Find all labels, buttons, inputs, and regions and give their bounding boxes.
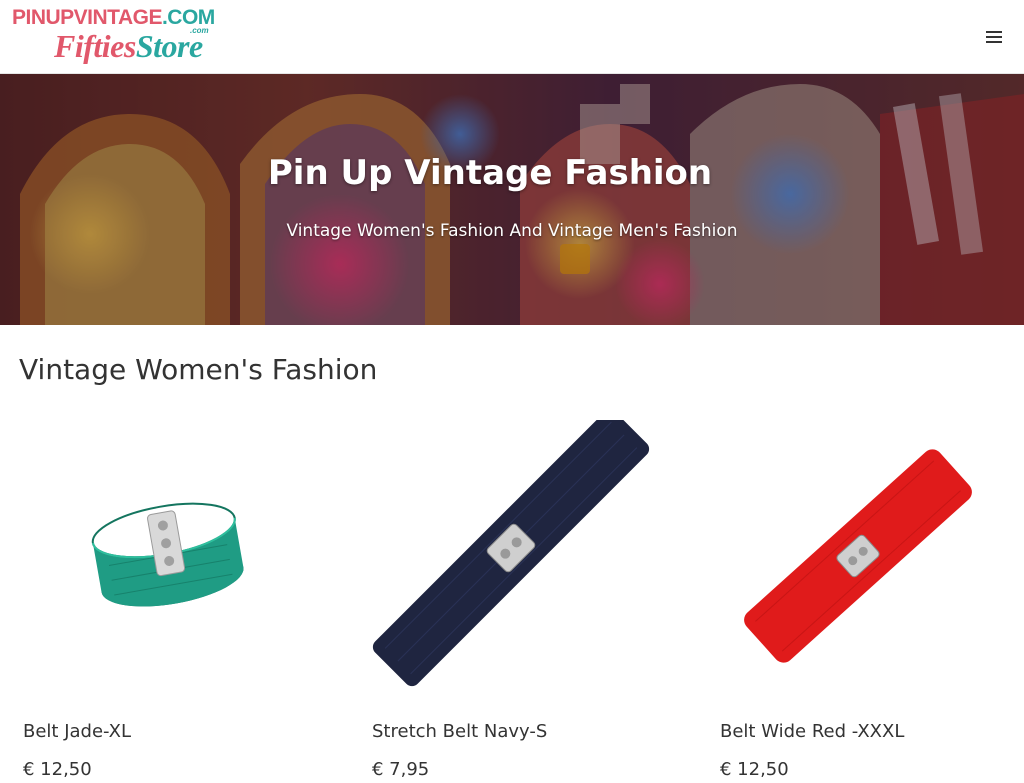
site-logo[interactable]: PINUPVINTAGE.COM .com FiftiesStore bbox=[12, 6, 224, 66]
logo-wordmark: PINUPVINTAGE.COM bbox=[12, 6, 215, 29]
site-header: PINUPVINTAGE.COM .com FiftiesStore bbox=[0, 0, 1024, 74]
product-price: € 12,50 bbox=[23, 759, 92, 780]
product-image-jade-belt[interactable] bbox=[19, 420, 319, 690]
product-price: € 7,95 bbox=[372, 759, 430, 780]
product-image-navy-belt[interactable] bbox=[368, 420, 668, 690]
product-image-red-belt[interactable] bbox=[716, 420, 1016, 690]
hero-banner: Pin Up Vintage Fashion Vintage Women's F… bbox=[0, 74, 1024, 325]
product-price: € 12,50 bbox=[720, 759, 789, 780]
hero-title: Pin Up Vintage Fashion bbox=[267, 153, 713, 193]
product-card[interactable]: Belt Jade-XL € 12,50 bbox=[19, 420, 319, 780]
hero-subtitle: Vintage Women's Fashion And Vintage Men'… bbox=[286, 221, 738, 241]
hamburger-menu-icon[interactable] bbox=[978, 24, 1010, 50]
hero-overlay bbox=[0, 74, 1024, 325]
product-name[interactable]: Belt Wide Red -XXXL bbox=[720, 719, 904, 745]
section-title: Vintage Women's Fashion bbox=[19, 353, 378, 386]
logo-tagline: FiftiesStore bbox=[54, 28, 203, 64]
product-card[interactable]: Stretch Belt Navy-S € 7,95 bbox=[368, 420, 668, 780]
product-name[interactable]: Belt Jade-XL bbox=[23, 719, 131, 745]
product-name[interactable]: Stretch Belt Navy-S bbox=[372, 719, 547, 745]
product-card[interactable]: Belt Wide Red -XXXL € 12,50 bbox=[716, 420, 1016, 780]
